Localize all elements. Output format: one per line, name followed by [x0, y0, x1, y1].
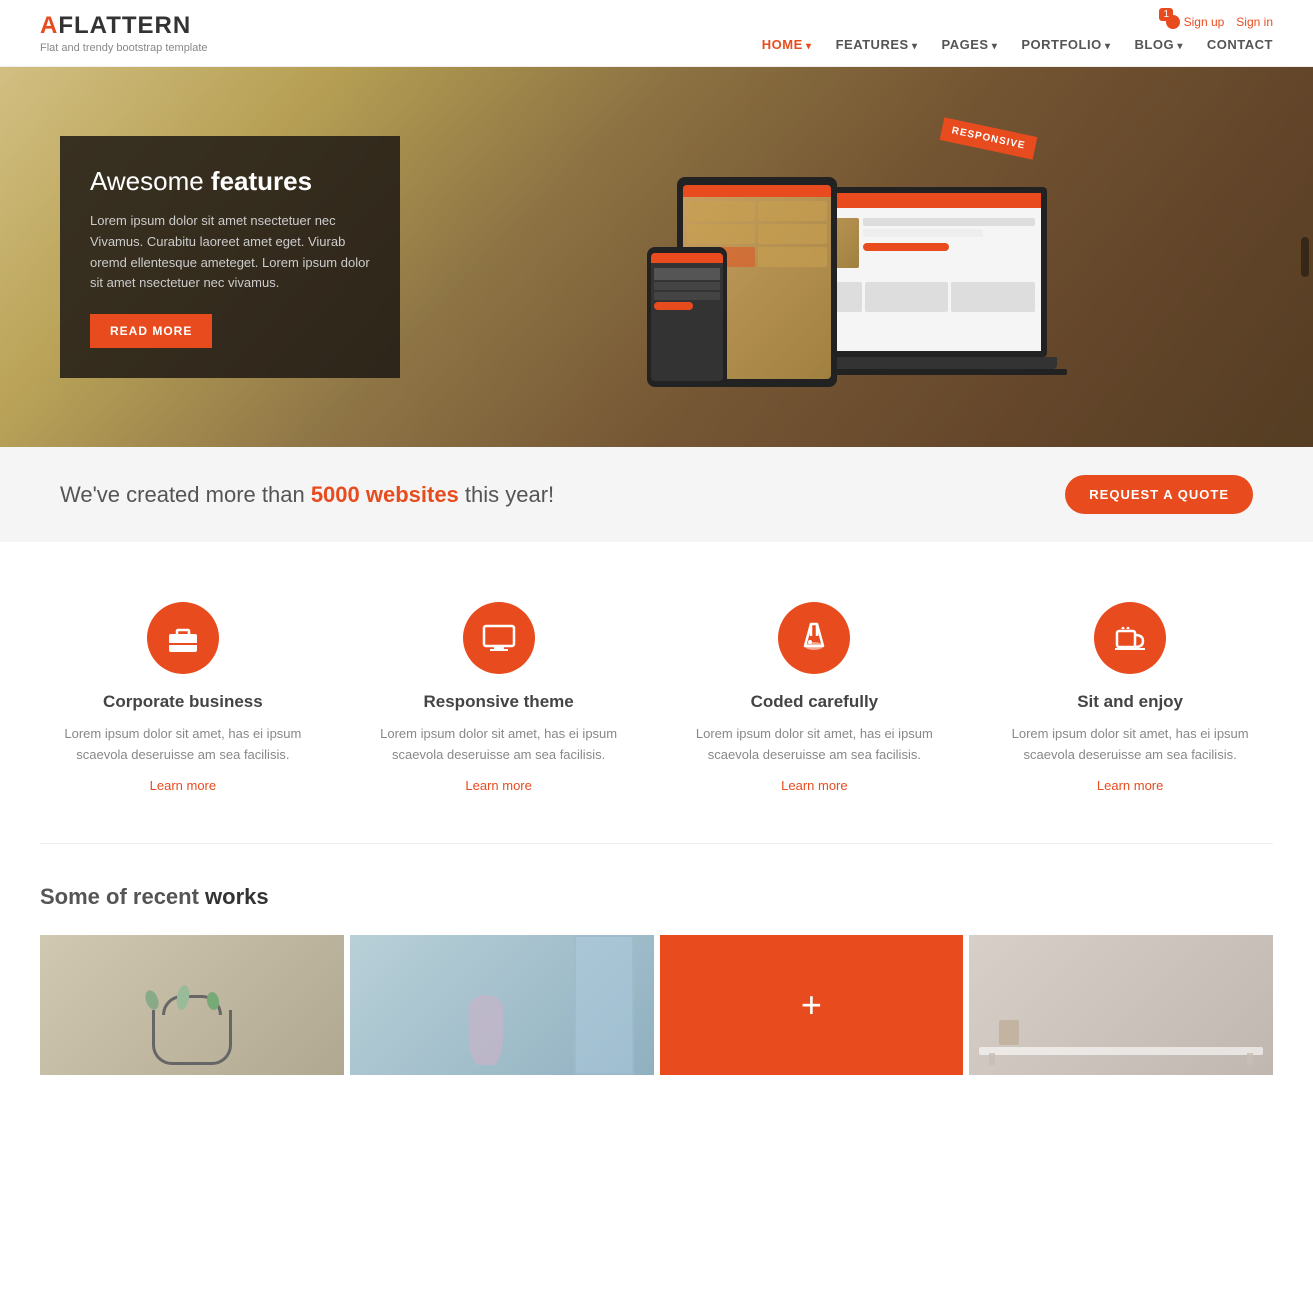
plant-1: [143, 988, 161, 1011]
feature-icon-circle-2: [463, 602, 535, 674]
feature-title-3: Coded carefully: [751, 692, 879, 712]
feature-coded: Coded carefully Lorem ipsum dolor sit am…: [672, 592, 958, 803]
feature-corporate: Corporate business Lorem ipsum dolor sit…: [40, 592, 326, 803]
quote-highlight: 5000 websites: [311, 482, 459, 507]
work-plus-icon: +: [801, 984, 822, 1026]
hero-cta-button[interactable]: READ MORE: [90, 314, 212, 348]
recent-works-title-plain: Some of recent: [40, 884, 205, 909]
hero-text-box: Awesome features Lorem ipsum dolor sit a…: [60, 136, 400, 378]
recent-works-section: Some of recent works +: [0, 844, 1313, 1095]
coffee-icon: [1113, 623, 1147, 653]
responsive-badge: Responsive: [940, 117, 1038, 159]
feature-desc-4: Lorem ipsum dolor sit amet, has ei ipsum…: [997, 724, 1263, 766]
phone-screen-bar: [651, 253, 723, 263]
tablet-screen-bar: [683, 185, 831, 197]
site-header: AFLATTERN Flat and trendy bootstrap temp…: [0, 0, 1313, 67]
work-item-3[interactable]: +: [660, 935, 964, 1075]
window-shape: [574, 935, 634, 1075]
phone-device: [647, 247, 727, 387]
table-top: [979, 1047, 1263, 1055]
hero-section: Awesome features Lorem ipsum dolor sit a…: [0, 67, 1313, 447]
hero-title: Awesome features: [90, 166, 370, 197]
work-item-1[interactable]: [40, 935, 344, 1075]
feature-title-4: Sit and enjoy: [1077, 692, 1183, 712]
logo[interactable]: AFLATTERN: [40, 12, 208, 40]
nav-features[interactable]: FEATURES: [836, 37, 918, 52]
notification-badge: 1: [1159, 8, 1173, 21]
signin-link[interactable]: Sign in: [1236, 15, 1273, 29]
quote-text-end: this year!: [459, 482, 554, 507]
feature-link-4[interactable]: Learn more: [1097, 778, 1163, 793]
main-nav: HOME FEATURES PAGES PORTFOLIO BLOG CONTA…: [762, 37, 1273, 52]
hero-title-plain: Awesome: [90, 166, 211, 196]
feature-responsive: Responsive theme Lorem ipsum dolor sit a…: [356, 592, 642, 803]
feature-link-3[interactable]: Learn more: [781, 778, 847, 793]
quote-bar: We've created more than 5000 websites th…: [0, 447, 1313, 542]
vase-shape: [469, 995, 504, 1065]
recent-works-title-bold: works: [205, 884, 269, 909]
quote-text-start: We've created more than: [60, 482, 311, 507]
recent-works-title: Some of recent works: [40, 884, 1273, 910]
hero-description: Lorem ipsum dolor sit amet nsectetuer ne…: [90, 211, 370, 294]
header-right: 1 Sign up Sign in HOME FEATURES PAGES PO…: [762, 15, 1273, 52]
feature-icon-circle-3: [778, 602, 850, 674]
works-grid: +: [40, 935, 1273, 1075]
signup-label: Sign up: [1184, 15, 1225, 29]
work-item-2[interactable]: [350, 935, 654, 1075]
flask-icon: [801, 622, 827, 654]
feature-desc-1: Lorem ipsum dolor sit amet, has ei ipsum…: [50, 724, 316, 766]
logo-tagline: Flat and trendy bootstrap template: [40, 42, 208, 54]
nav-pages[interactable]: PAGES: [942, 37, 998, 52]
hero-title-bold: features: [211, 166, 312, 196]
monitor-icon: [482, 624, 516, 652]
work-item-4[interactable]: [969, 935, 1273, 1075]
request-quote-button[interactable]: REQUEST A QUOTE: [1065, 475, 1253, 514]
features-section: Corporate business Lorem ipsum dolor sit…: [0, 542, 1313, 843]
nav-contact[interactable]: CONTACT: [1207, 37, 1273, 52]
feature-icon-circle-4: [1094, 602, 1166, 674]
feature-icon-circle-1: [147, 602, 219, 674]
feature-link-1[interactable]: Learn more: [150, 778, 216, 793]
nav-home[interactable]: HOME: [762, 37, 812, 52]
logo-text-suffix: FLATTERN: [58, 12, 191, 39]
basket-shape: [152, 1010, 232, 1065]
auth-links: 1 Sign up Sign in: [1166, 15, 1273, 29]
briefcase-icon: [167, 624, 199, 652]
feature-desc-3: Lorem ipsum dolor sit amet, has ei ipsum…: [682, 724, 948, 766]
feature-title-1: Corporate business: [103, 692, 263, 712]
device-mockup: Responsive: [647, 107, 1067, 407]
feature-desc-2: Lorem ipsum dolor sit amet, has ei ipsum…: [366, 724, 632, 766]
work-item-1-inner: [40, 935, 344, 1075]
table-leg-1: [989, 1053, 995, 1065]
feature-title-2: Responsive theme: [424, 692, 574, 712]
nav-portfolio[interactable]: PORTFOLIO: [1021, 37, 1110, 52]
feature-enjoy: Sit and enjoy Lorem ipsum dolor sit amet…: [987, 592, 1273, 803]
work-item-2-inner: [350, 935, 654, 1075]
quote-text: We've created more than 5000 websites th…: [60, 482, 554, 508]
table-leg-2: [1247, 1053, 1253, 1065]
work-item-4-inner: [969, 935, 1273, 1075]
feature-link-2[interactable]: Learn more: [465, 778, 531, 793]
signup-link[interactable]: Sign up: [1166, 15, 1225, 29]
hero-devices: Responsive: [460, 67, 1253, 447]
phone-screen: [651, 253, 723, 381]
logo-area: AFLATTERN Flat and trendy bootstrap temp…: [40, 12, 208, 54]
features-grid: Corporate business Lorem ipsum dolor sit…: [40, 592, 1273, 803]
logo-a: A: [40, 12, 58, 39]
vase-table: [999, 1020, 1019, 1045]
hero-content: Awesome features Lorem ipsum dolor sit a…: [0, 67, 1313, 447]
nav-blog[interactable]: BLOG: [1135, 37, 1183, 52]
